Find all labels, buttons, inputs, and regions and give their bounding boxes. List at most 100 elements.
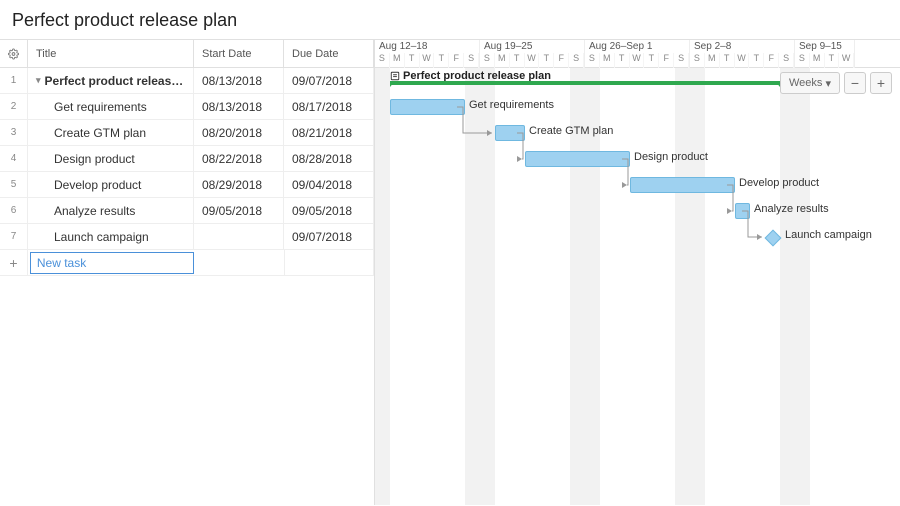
zoom-in-button[interactable]: + <box>870 72 892 94</box>
task-title-text: Launch campaign <box>54 230 149 244</box>
start-date-cell[interactable]: 08/22/2018 <box>194 146 284 171</box>
gantt-milestone[interactable] <box>765 230 782 247</box>
day-header: T <box>615 53 630 68</box>
week-header: Aug 26–Sep 1SMTWTFS <box>585 40 690 68</box>
table-row[interactable]: 7 Launch campaign 09/07/2018 <box>0 224 374 250</box>
gantt-row: Develop product <box>375 172 900 198</box>
day-header: T <box>644 53 659 68</box>
plus-icon: + <box>9 255 17 271</box>
task-list-icon <box>390 71 400 81</box>
day-header: T <box>825 53 840 68</box>
task-title-cell[interactable]: Get requirements <box>28 94 194 119</box>
due-date-cell[interactable]: 08/21/2018 <box>284 120 374 145</box>
task-grid: Title Start Date Due Date 1▾Perfect prod… <box>0 39 375 505</box>
day-header: M <box>705 53 720 68</box>
row-number: 2 <box>0 94 28 119</box>
gantt-panel: Aug 12–18SMTWTFSAug 19–25SMTWTFSAug 26–S… <box>375 39 900 505</box>
task-title-cell[interactable]: Design product <box>28 146 194 171</box>
row-number: 3 <box>0 120 28 145</box>
gantt-row: Analyze results <box>375 198 900 224</box>
chevron-down-icon[interactable]: ▾ <box>36 75 41 86</box>
day-header: T <box>720 53 735 68</box>
gantt-row: Design product <box>375 146 900 172</box>
week-header: Sep 9–15SMTW <box>795 40 855 68</box>
grid-header-row: Title Start Date Due Date <box>0 40 374 68</box>
due-date-cell[interactable]: 09/07/2018 <box>284 68 374 93</box>
due-date-cell[interactable]: 09/07/2018 <box>284 224 374 249</box>
gantt-task-bar[interactable] <box>495 125 525 141</box>
table-row[interactable]: 1▾Perfect product releas…08/13/201809/07… <box>0 68 374 94</box>
start-date-cell[interactable]: 08/20/2018 <box>194 120 284 145</box>
gantt-task-bar[interactable] <box>390 99 465 115</box>
day-header: F <box>659 53 674 68</box>
table-row[interactable]: 4Design product08/22/201808/28/2018 <box>0 146 374 172</box>
start-date-column-header[interactable]: Start Date <box>194 40 284 67</box>
day-header: T <box>405 53 420 68</box>
task-title-text: Create GTM plan <box>54 126 146 140</box>
new-task-input[interactable]: New task <box>30 252 194 274</box>
day-header: S <box>569 53 584 68</box>
due-date-cell[interactable]: 08/17/2018 <box>284 94 374 119</box>
caret-down-icon: ▾ <box>825 77 831 90</box>
row-number: 1 <box>0 68 28 93</box>
zoom-out-button[interactable]: − <box>844 72 866 94</box>
day-header: S <box>480 53 495 68</box>
task-title-cell[interactable]: ▾Perfect product releas… <box>28 68 194 93</box>
task-title-cell[interactable]: Launch campaign <box>28 224 194 249</box>
week-header: Aug 12–18SMTWTFS <box>375 40 480 68</box>
gantt-task-bar[interactable] <box>735 203 750 219</box>
task-title-cell[interactable]: Create GTM plan <box>28 120 194 145</box>
week-header: Aug 19–25SMTWTFS <box>480 40 585 68</box>
table-row[interactable]: 5Develop product08/29/201809/04/2018 <box>0 172 374 198</box>
table-row[interactable]: 3 Create GTM plan 08/20/201808/21/2018 <box>0 120 374 146</box>
day-header: M <box>390 53 405 68</box>
due-date-cell[interactable]: 08/28/2018 <box>284 146 374 171</box>
week-label: Aug 19–25 <box>480 40 584 53</box>
due-date-column-header[interactable]: Due Date <box>284 40 374 67</box>
page-header: Perfect product release plan <box>0 0 900 39</box>
table-row[interactable]: 6 Analyze results 09/05/201809/05/2018 <box>0 198 374 224</box>
gantt-parent-bar[interactable] <box>390 81 780 85</box>
start-date-cell[interactable]: 08/13/2018 <box>194 94 284 119</box>
day-header: W <box>420 53 435 68</box>
task-title-text: Get requirements <box>54 100 147 114</box>
day-header: T <box>510 53 525 68</box>
due-date-cell[interactable]: 09/05/2018 <box>284 198 374 223</box>
week-label: Aug 26–Sep 1 <box>585 40 689 53</box>
new-task-start-cell[interactable] <box>196 250 285 275</box>
timeline-header: Aug 12–18SMTWTFSAug 19–25SMTWTFSAug 26–S… <box>375 40 900 68</box>
task-title-text: Analyze results <box>54 204 135 218</box>
gantt-body: Perfect product release planGet requirem… <box>375 68 900 250</box>
week-label: Sep 2–8 <box>690 40 794 53</box>
day-header: T <box>749 53 764 68</box>
task-title-cell[interactable]: Develop product <box>28 172 194 197</box>
gantt-row: Create GTM plan <box>375 120 900 146</box>
start-date-cell[interactable] <box>194 224 284 249</box>
gantt-task-bar[interactable] <box>525 151 630 167</box>
due-date-cell[interactable]: 09/04/2018 <box>284 172 374 197</box>
day-header: F <box>764 53 779 68</box>
start-date-cell[interactable]: 08/13/2018 <box>194 68 284 93</box>
row-number: 6 <box>0 198 28 223</box>
timeline-controls: Weeks ▾ − + <box>780 72 892 94</box>
zoom-select[interactable]: Weeks ▾ <box>780 72 840 94</box>
start-date-cell[interactable]: 09/05/2018 <box>194 198 284 223</box>
day-header: S <box>690 53 705 68</box>
task-title-cell[interactable]: Analyze results <box>28 198 194 223</box>
table-row[interactable]: 2 Get requirements 08/13/201808/17/2018 <box>0 94 374 120</box>
day-header: S <box>375 53 390 68</box>
add-task-button[interactable]: + <box>0 250 28 275</box>
start-date-cell[interactable]: 08/29/2018 <box>194 172 284 197</box>
main-layout: Title Start Date Due Date 1▾Perfect prod… <box>0 39 900 505</box>
gantt-task-bar[interactable] <box>630 177 735 193</box>
page-title: Perfect product release plan <box>12 10 888 31</box>
title-column-header[interactable]: Title <box>28 40 194 67</box>
row-number: 7 <box>0 224 28 249</box>
gantt-bar-label: Create GTM plan <box>529 125 613 137</box>
settings-column-header[interactable] <box>0 40 28 67</box>
new-task-due-cell[interactable] <box>285 250 374 275</box>
gear-icon <box>8 48 19 60</box>
new-task-row[interactable]: + New task <box>0 250 374 276</box>
week-label: Sep 9–15 <box>795 40 854 53</box>
day-header: S <box>779 53 794 68</box>
